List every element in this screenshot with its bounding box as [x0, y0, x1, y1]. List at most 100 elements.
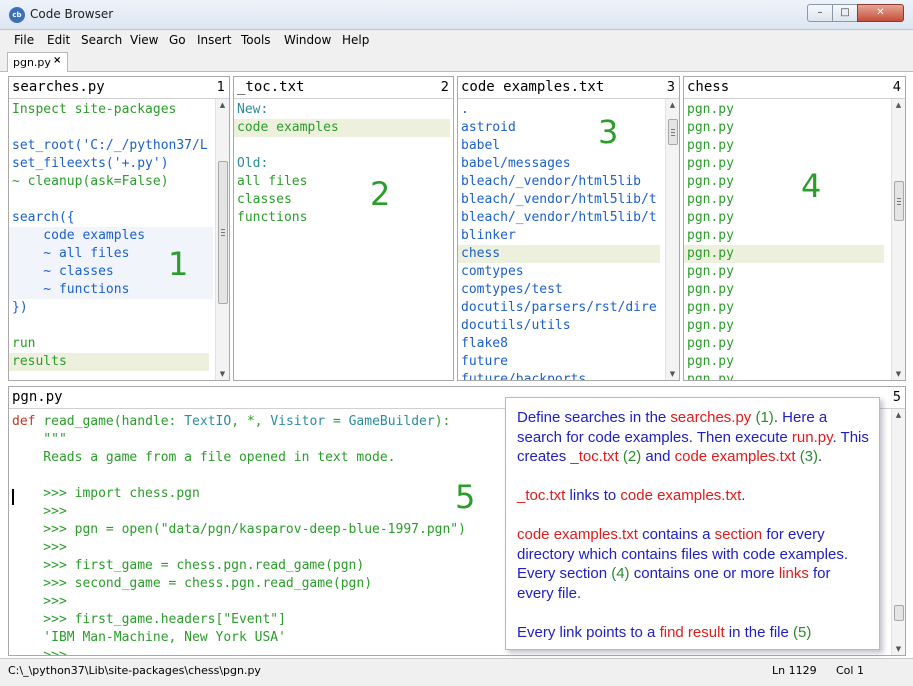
menu-go[interactable]: Go — [169, 33, 186, 47]
code-line[interactable]: Reads a game from a file opened in text … — [9, 449, 395, 467]
scroll-thumb[interactable] — [894, 605, 904, 621]
section-link[interactable]: future — [458, 353, 508, 371]
section-link[interactable]: comtypes — [458, 263, 524, 281]
scroll-down-icon[interactable]: ▼ — [892, 368, 905, 380]
section-link[interactable]: bleach/_vendor/html5lib — [458, 173, 641, 191]
vertical-scrollbar[interactable]: ▲ ▼ — [891, 99, 905, 380]
scroll-down-icon[interactable]: ▼ — [216, 368, 229, 380]
section-link[interactable]: blinker — [458, 227, 516, 245]
file-link[interactable]: pgn.py — [684, 245, 884, 263]
file-link[interactable]: pgn.py — [684, 299, 734, 317]
section-link[interactable]: future/backports — [458, 371, 586, 380]
section-link[interactable]: chess — [458, 245, 660, 263]
scroll-down-icon[interactable]: ▼ — [892, 643, 905, 655]
toc-link[interactable]: functions — [234, 209, 307, 227]
file-link[interactable]: pgn.py — [684, 119, 734, 137]
section-link[interactable]: bleach/_vendor/html5lib/t — [458, 191, 657, 209]
toc-link[interactable]: classes — [234, 191, 292, 209]
toc-line[interactable]: New: — [234, 101, 268, 119]
section-link[interactable]: babel/messages — [458, 155, 571, 173]
code-line[interactable]: >>> — [9, 503, 67, 521]
scroll-up-icon[interactable]: ▲ — [216, 99, 229, 111]
menu-view[interactable]: View — [130, 33, 158, 47]
menu-insert[interactable]: Insert — [197, 33, 231, 47]
close-window-button[interactable]: ✕ — [857, 4, 904, 22]
scroll-thumb[interactable] — [218, 161, 228, 304]
scroll-down-icon[interactable]: ▼ — [666, 368, 679, 380]
section-link[interactable]: comtypes/test — [458, 281, 563, 299]
section-link[interactable]: . — [458, 101, 469, 119]
file-link[interactable]: pgn.py — [684, 281, 734, 299]
code-line[interactable]: >>> import chess.pgn — [9, 485, 200, 503]
scroll-thumb[interactable] — [894, 181, 904, 221]
pane-code-examples-txt[interactable]: code examples.txt 3 . astroid babel babe… — [457, 76, 680, 381]
tab-pgn-py[interactable]: pgn.py × — [7, 52, 68, 72]
code-line-def[interactable]: def read_game(handle: TextIO, *, Visitor… — [9, 413, 450, 431]
pane-toc-txt[interactable]: _toc.txt 2 New: code examples Old: all f… — [233, 76, 454, 381]
file-link[interactable]: pgn.py — [684, 173, 734, 191]
section-link[interactable]: bleach/_vendor/html5lib/t — [458, 209, 657, 227]
menu-edit[interactable]: Edit — [47, 33, 70, 47]
menu-help[interactable]: Help — [342, 33, 369, 47]
code-line[interactable]: >>> — [9, 647, 67, 655]
section-link[interactable]: astroid — [458, 119, 516, 137]
scroll-up-icon[interactable]: ▲ — [892, 409, 905, 421]
pane-chess[interactable]: chess 4 pgn.py pgn.py pgn.py pgn.py pgn.… — [683, 76, 906, 381]
vertical-scrollbar[interactable]: ▲ ▼ — [665, 99, 679, 380]
code-line[interactable]: run — [9, 335, 35, 353]
menu-search[interactable]: Search — [81, 33, 122, 47]
code-line[interactable]: Inspect site-packages — [9, 101, 176, 119]
section-link[interactable]: babel — [458, 137, 500, 155]
file-link[interactable]: pgn.py — [684, 155, 734, 173]
code-line[interactable]: ~ functions — [9, 281, 213, 299]
scroll-up-icon[interactable]: ▲ — [892, 99, 905, 111]
file-link[interactable]: pgn.py — [684, 227, 734, 245]
code-line[interactable]: search({ — [9, 209, 75, 227]
file-link[interactable]: pgn.py — [684, 371, 734, 380]
vertical-scrollbar[interactable]: ▲ ▼ — [891, 409, 905, 655]
file-link[interactable]: pgn.py — [684, 353, 734, 371]
code-line[interactable]: """ — [9, 431, 67, 449]
pane-body[interactable]: New: code examples Old: all files classe… — [234, 99, 453, 380]
menu-tools[interactable]: Tools — [241, 33, 271, 47]
pane-body[interactable]: Inspect site-packages set_root('C:/_/pyt… — [9, 99, 229, 380]
file-link[interactable]: pgn.py — [684, 101, 734, 119]
code-line[interactable]: set_root('C:/_/python37/L — [9, 137, 208, 155]
code-line[interactable]: >>> first_game = chess.pgn.read_game(pgn… — [9, 557, 364, 575]
pane-body[interactable]: . astroid babel babel/messages bleach/_v… — [458, 99, 663, 380]
keyword-def: def — [12, 414, 36, 429]
toc-link[interactable]: code examples — [234, 119, 450, 137]
pane-body[interactable]: pgn.py pgn.py pgn.py pgn.py pgn.py pgn.p… — [684, 99, 889, 380]
file-link[interactable]: pgn.py — [684, 317, 734, 335]
code-line[interactable]: results — [9, 353, 209, 371]
code-line[interactable]: code examples — [9, 227, 213, 245]
file-link[interactable]: pgn.py — [684, 263, 734, 281]
file-link[interactable]: pgn.py — [684, 209, 734, 227]
code-line[interactable]: >>> second_game = chess.pgn.read_game(pg… — [9, 575, 372, 593]
scroll-thumb[interactable] — [668, 119, 678, 145]
toc-line[interactable]: Old: — [234, 155, 268, 173]
scroll-up-icon[interactable]: ▲ — [666, 99, 679, 111]
section-link[interactable]: docutils/parsers/rst/dire — [458, 299, 657, 317]
pane-searches-py[interactable]: searches.py 1 Inspect site-packages set_… — [8, 76, 230, 381]
file-link[interactable]: pgn.py — [684, 137, 734, 155]
code-line[interactable]: ~ cleanup(ask=False) — [9, 173, 169, 191]
code-line[interactable]: >>> pgn = open("data/pgn/kasparov-deep-b… — [9, 521, 466, 539]
code-line[interactable]: >>> — [9, 539, 67, 557]
code-line[interactable]: >>> first_game.headers["Event"] — [9, 611, 286, 629]
tab-close-icon[interactable]: × — [53, 55, 61, 66]
code-line[interactable]: }) — [9, 299, 28, 317]
code-line[interactable]: 'IBM Man-Machine, New York USA' — [9, 629, 286, 647]
maximize-button[interactable]: □ — [832, 4, 858, 22]
section-link[interactable]: flake8 — [458, 335, 508, 353]
code-line[interactable]: set_fileexts('+.py') — [9, 155, 169, 173]
minimize-button[interactable]: – — [807, 4, 833, 22]
section-link[interactable]: docutils/utils — [458, 317, 571, 335]
menu-window[interactable]: Window — [284, 33, 331, 47]
menu-file[interactable]: File — [14, 33, 34, 47]
vertical-scrollbar[interactable]: ▲ ▼ — [215, 99, 229, 380]
file-link[interactable]: pgn.py — [684, 335, 734, 353]
file-link[interactable]: pgn.py — [684, 191, 734, 209]
toc-link[interactable]: all files — [234, 173, 307, 191]
code-line[interactable]: >>> — [9, 593, 67, 611]
